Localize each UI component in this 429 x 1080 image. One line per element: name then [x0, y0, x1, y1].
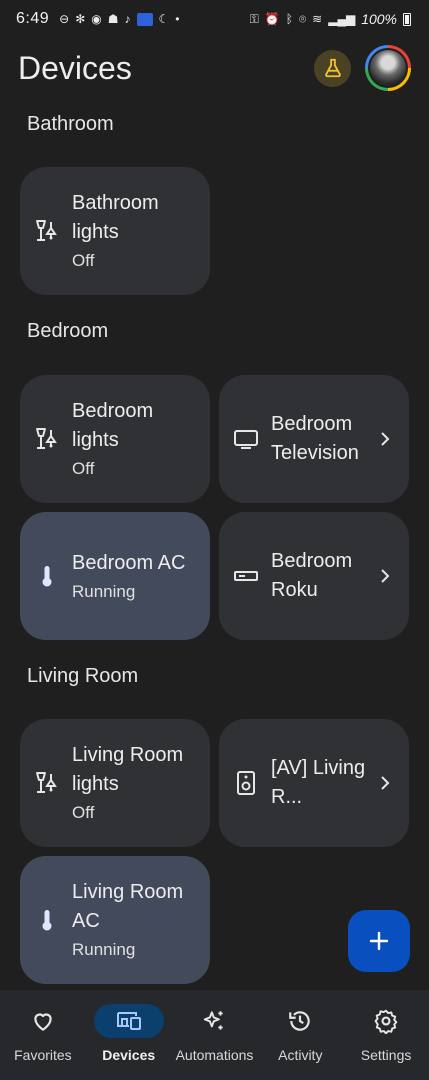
lamp-icon: [34, 770, 60, 796]
nav-label: Devices: [102, 1047, 156, 1063]
device-name: Living Room lights: [72, 744, 184, 795]
nav-icon-container: [265, 1004, 335, 1038]
section-title-bathroom: Bathroom: [27, 113, 114, 135]
app-bar: Devices: [0, 40, 429, 96]
chevron-right-icon: [381, 776, 390, 790]
devices-icon: [116, 1012, 141, 1030]
plus-icon: [369, 931, 389, 951]
bluetooth-icon: ᛒ: [285, 12, 293, 26]
device-card-bathroom-lights[interactable]: Bathroom lights Off: [20, 167, 210, 295]
flask-icon: [324, 58, 341, 78]
avatar-photo: [368, 48, 408, 88]
app-notification-icon: [136, 12, 153, 26]
device-status: Running: [72, 940, 136, 959]
device-status: Off: [72, 459, 95, 478]
thermometer-icon: [34, 563, 60, 589]
nav-icon-container: [351, 1004, 421, 1038]
nav-item-settings[interactable]: Settings: [343, 990, 429, 1080]
nav-item-devices[interactable]: Devices: [86, 990, 172, 1080]
signal-icon: ▂▄▆: [328, 12, 356, 26]
alarm-icon: ⏰: [264, 12, 280, 26]
heart-icon: [34, 1013, 52, 1031]
battery-icon: [403, 12, 411, 26]
moon-icon: ☾: [158, 12, 170, 26]
app-bar-actions: [314, 45, 411, 91]
section-title-bedroom: Bedroom: [27, 320, 109, 342]
nav-icon-container: [8, 1004, 78, 1038]
chat-icon: ◉: [91, 12, 102, 26]
nav-icon-container: [93, 1004, 164, 1038]
streaming-box-icon: [233, 563, 259, 589]
snapchat-icon: ☗: [107, 12, 119, 26]
lamp-icon: [34, 218, 60, 244]
device-name: Living Room AC: [72, 881, 184, 932]
account-avatar[interactable]: [365, 45, 411, 91]
device-name: Bathroom lights: [72, 192, 159, 243]
nav-label: Favorites: [14, 1047, 72, 1063]
device-card-bedroom-television[interactable]: Bedroom Television: [219, 375, 409, 503]
nav-icon-container: [179, 1004, 249, 1038]
nav-label: Activity: [278, 1047, 323, 1063]
tv-icon: [233, 426, 259, 452]
device-card-living-room-ac[interactable]: Living Room AC Running: [20, 856, 210, 984]
add-device-button[interactable]: [348, 910, 410, 972]
nav-item-activity[interactable]: Activity: [257, 990, 343, 1080]
thermometer-icon: [34, 907, 60, 933]
lamp-icon: [34, 426, 60, 452]
status-bar-right: ⚿ ⏰ ᛒ ⌾ ≋ ▂▄▆ 100%: [250, 11, 411, 27]
bottom-navigation: Favorites Devices Automations Activity S…: [0, 990, 429, 1080]
device-card-bedroom-roku[interactable]: Bedroom Roku: [219, 512, 409, 640]
status-bar: 6:49 ⊖ ✻ ◉ ☗ ♪ ☾ • ⚿ ⏰ ᛒ ⌾ ≋ ▂▄▆ 100%: [0, 0, 429, 38]
device-name: Bedroom AC: [72, 551, 186, 574]
wifi-icon: ≋: [312, 12, 323, 26]
nav-label: Settings: [360, 1047, 412, 1063]
device-card-living-room-lights[interactable]: Living Room lights Off: [20, 719, 210, 847]
device-card-bedroom-lights[interactable]: Bedroom lights Off: [20, 375, 210, 503]
key-icon: ⚿: [249, 12, 259, 26]
status-bar-left: 6:49 ⊖ ✻ ◉ ☗ ♪ ☾ •: [16, 10, 179, 28]
sparkle-icon: [204, 1011, 224, 1030]
section-title-living-room: Living Room: [27, 665, 139, 687]
location-icon: ⌾: [298, 12, 307, 26]
device-status: Off: [72, 803, 95, 822]
bell-icon: ♪: [124, 12, 131, 26]
clock: 6:49: [16, 10, 50, 27]
device-card-av-living-room[interactable]: [AV] Living R...: [219, 719, 409, 847]
chevron-right-icon: [381, 432, 390, 446]
device-card-bedroom-ac[interactable]: Bedroom AC Running: [20, 512, 210, 640]
gear-icon: [374, 1009, 398, 1034]
nav-label: Automations: [175, 1047, 254, 1063]
more-notifications-icon: •: [175, 12, 180, 26]
chevron-right-icon: [381, 569, 390, 583]
battery-percent: 100%: [361, 11, 397, 27]
dnd-icon: ⊖: [59, 12, 70, 26]
device-name: Bedroom lights: [72, 400, 154, 451]
history-icon: [289, 1011, 310, 1031]
labs-button[interactable]: [314, 49, 351, 87]
device-status: Off: [72, 251, 95, 270]
page-title: Devices: [18, 49, 132, 86]
speaker-icon: [233, 770, 259, 796]
fan-icon: ✻: [75, 12, 86, 26]
device-status: Running: [72, 581, 136, 601]
nav-item-favorites[interactable]: Favorites: [0, 990, 86, 1080]
nav-item-automations[interactable]: Automations: [172, 990, 258, 1080]
